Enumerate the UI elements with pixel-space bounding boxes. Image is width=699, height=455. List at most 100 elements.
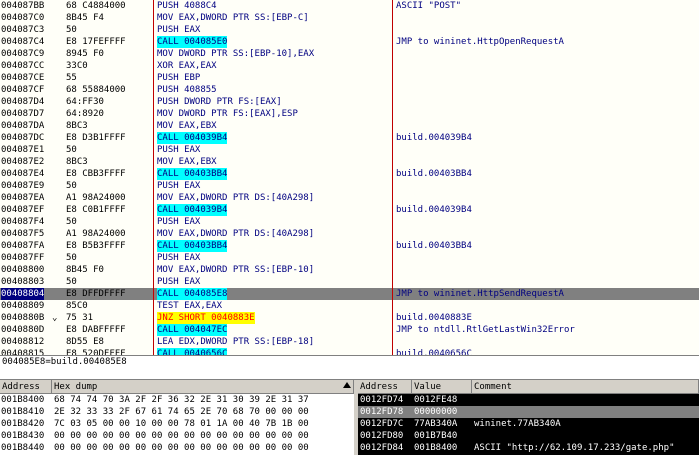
asm-hex: 50 xyxy=(66,253,77,263)
stack-address: 0012FD80 xyxy=(360,431,404,441)
stack-value-header[interactable]: Value xyxy=(412,380,472,394)
asm-instruction: CALL 00403BB4 xyxy=(157,168,228,180)
asm-instruction: LEA EDX,DWORD PTR SS:[EBP-18] xyxy=(157,337,315,347)
hex-dump-pane[interactable]: Address Hex dump 001B8400 68 74 74 70 3A … xyxy=(0,380,354,455)
disasm-row[interactable]: 004087E2 8BC3 MOV EAX,EBX xyxy=(0,156,699,168)
asm-address: 004087EA xyxy=(1,193,45,203)
asm-hex: 68 C4884000 xyxy=(66,1,126,11)
asm-hex: 50 xyxy=(66,181,77,191)
asm-instruction: MOV DWORD PTR FS:[EAX],ESP xyxy=(157,109,298,119)
asm-comment: build.00403BB4 xyxy=(396,241,472,251)
disasm-separator-2 xyxy=(392,0,393,355)
stack-comment: wininet.77AB340A xyxy=(474,419,561,429)
asm-instruction: PUSH EBP xyxy=(157,73,201,83)
disasm-row[interactable]: 004087C4 E8 17FEFFFF CALL 004085E0 JMP to w… xyxy=(0,36,699,48)
asm-address: 004087E1 xyxy=(1,145,45,155)
disasm-row[interactable]: 004087D4 64:FF30 PUSH DWORD PTR FS:[EAX] xyxy=(0,96,699,108)
stack-row[interactable]: 0012FD7C 77AB340A wininet.77AB340A xyxy=(358,418,699,430)
disasm-row[interactable]: 004087FA E8 B5B3FFFF CALL 00403BB4 build.00… xyxy=(0,240,699,252)
jump-arrow: ⌄ xyxy=(52,313,58,323)
asm-instruction: XOR EAX,EAX xyxy=(157,61,217,71)
disasm-row[interactable]: 004087E4 E8 CBB3FFFF CALL 00403BB4 build.00… xyxy=(0,168,699,180)
asm-instruction: MOV EAX,DWORD PTR SS:[EBP-10] xyxy=(157,265,315,275)
disasm-row[interactable]: 004087C3 50 PUSH EAX xyxy=(0,24,699,36)
asm-instruction: MOV EAX,DWORD PTR SS:[EBP-C] xyxy=(157,13,309,23)
dump-hex-bytes: 7C 03 05 00 00 10 00 00 78 01 1A 00 40 7… xyxy=(54,419,309,429)
asm-comment: JMP to wininet.HttpOpenRequestA xyxy=(396,37,564,47)
asm-hex: 8D55 E8 xyxy=(66,337,104,347)
disasm-row[interactable]: 00408804 E8 DFFDFFFF CALL 004085E8 JMP to w… xyxy=(0,288,699,300)
stack-value: 0012FE48 xyxy=(414,395,458,405)
asm-address: 004087FA xyxy=(1,241,45,251)
disasm-row[interactable]: 004087E1 50 PUSH EAX xyxy=(0,144,699,156)
asm-instruction: PUSH 4088C4 xyxy=(157,1,217,11)
stack-pane[interactable]: Address Value Comment 0012FD74 0012FE48 00… xyxy=(358,380,699,455)
asm-instruction: PUSH DWORD PTR FS:[EAX] xyxy=(157,97,282,107)
disasm-row[interactable]: 004087DA 8BC3 MOV EAX,EBX xyxy=(0,120,699,132)
asm-address: 00408809 xyxy=(1,301,45,311)
disasm-row[interactable]: 00408809 85C0 TEST EAX,EAX xyxy=(0,300,699,312)
stack-comment: ASCII "http://62.109.17.233/gate.php" xyxy=(474,443,675,453)
info-text: 004085E8=build.004085E8 xyxy=(2,357,127,367)
disasm-row[interactable]: 004087F5 A1 98A24000 MOV EAX,DWORD PTR DS:… xyxy=(0,228,699,240)
asm-instruction: PUSH EAX xyxy=(157,25,201,35)
asm-address: 004087D7 xyxy=(1,109,45,119)
asm-hex: 50 xyxy=(66,25,77,35)
disasm-row[interactable]: 004087EA A1 98A24000 MOV EAX,DWORD PTR DS:… xyxy=(0,192,699,204)
disasm-row[interactable]: 00408812 8D55 E8 LEA EDX,DWORD PTR SS:[EBP… xyxy=(0,336,699,348)
disasm-row[interactable]: 004087BB 68 C4884000 PUSH 4088C4 ASCII "POS… xyxy=(0,0,699,12)
dump-address: 001B8420 xyxy=(1,419,45,429)
disasm-row[interactable]: 00408815 E8 520DFFFF CALL 0040656C build.00… xyxy=(0,348,699,355)
dump-hex-bytes: 00 00 00 00 00 00 00 00 00 00 00 00 00 0… xyxy=(54,443,309,453)
asm-address: 004087F5 xyxy=(1,229,45,239)
dump-hex-header[interactable]: Hex dump xyxy=(52,380,354,394)
asm-comment: build.0040656C xyxy=(396,349,472,355)
disasm-row[interactable]: 004087D7 64:8920 MOV DWORD PTR FS:[EAX],ES… xyxy=(0,108,699,120)
asm-hex: 75 31 xyxy=(66,313,94,323)
asm-instruction: PUSH 408855 xyxy=(157,85,217,95)
stack-address-header[interactable]: Address xyxy=(358,380,412,394)
asm-address: 004087DA xyxy=(1,121,45,131)
disasm-row[interactable]: 0040880B ⌄ 75 31 JNZ SHORT 0040883E build.00… xyxy=(0,312,699,324)
stack-comment-header[interactable]: Comment xyxy=(472,380,699,394)
asm-address: 004087FF xyxy=(1,253,45,263)
asm-hex: E8 DABFFFFF xyxy=(66,325,126,335)
disasm-row[interactable]: 004087C9 8945 F0 MOV DWORD PTR SS:[EBP-10]… xyxy=(0,48,699,60)
stack-row[interactable]: 0012FD84 001B8400 ASCII "http://62.109.17.… xyxy=(358,442,699,454)
asm-comment: JMP to ntdll.RtlGetLastWin32Error xyxy=(396,325,575,335)
disasm-row[interactable]: 004087CE 55 PUSH EBP xyxy=(0,72,699,84)
dump-address-header[interactable]: Address xyxy=(0,380,52,394)
asm-hex: E8 C0B1FFFF xyxy=(66,205,126,215)
dump-address: 001B8430 xyxy=(1,431,45,441)
asm-address: 00408812 xyxy=(1,337,45,347)
asm-hex: 8BC3 xyxy=(66,157,88,167)
scroll-up-icon[interactable] xyxy=(343,382,351,388)
disasm-row[interactable]: 004087F4 50 PUSH EAX xyxy=(0,216,699,228)
stack-row[interactable]: 0012FD80 001B7B40 xyxy=(358,430,699,442)
asm-comment: JMP to wininet.HttpSendRequestA xyxy=(396,289,564,299)
stack-row[interactable]: 0012FD74 0012FE48 xyxy=(358,394,699,406)
asm-hex: 8B45 F0 xyxy=(66,265,104,275)
asm-instruction: PUSH EAX xyxy=(157,253,201,263)
asm-comment: build.0040883E xyxy=(396,313,472,323)
disasm-row[interactable]: 004087CC 33C0 XOR EAX,EAX xyxy=(0,60,699,72)
disasm-row[interactable]: 004087CF 68 55884000 PUSH 408855 xyxy=(0,84,699,96)
asm-address: 00408804 xyxy=(1,288,45,300)
dump-address: 001B8400 xyxy=(1,395,45,405)
asm-address: 004087F4 xyxy=(1,217,45,227)
asm-address: 0040880B xyxy=(1,313,45,323)
disasm-row[interactable]: 00408800 8B45 F0 MOV EAX,DWORD PTR SS:[EBP… xyxy=(0,264,699,276)
disasm-row[interactable]: 004087DC E8 D3B1FFFF CALL 004039B4 build.00… xyxy=(0,132,699,144)
asm-hex: 64:8920 xyxy=(66,109,104,119)
stack-value: 00000000 xyxy=(414,407,458,417)
disassembly-pane[interactable]: 004087BB 68 C4884000 PUSH 4088C4 ASCII "POS… xyxy=(0,0,699,355)
asm-address: 004087C0 xyxy=(1,13,45,23)
disasm-row[interactable]: 004087EF E8 C0B1FFFF CALL 004039B4 build.00… xyxy=(0,204,699,216)
disasm-row[interactable]: 00408803 50 PUSH EAX xyxy=(0,276,699,288)
disasm-row[interactable]: 004087FF 50 PUSH EAX xyxy=(0,252,699,264)
asm-instruction: CALL 004085E8 xyxy=(157,288,228,300)
stack-row[interactable]: 0012FD78 00000000 xyxy=(358,406,699,418)
disasm-row[interactable]: 004087C0 8B45 F4 MOV EAX,DWORD PTR SS:[EBP… xyxy=(0,12,699,24)
disasm-row[interactable]: 004087E9 50 PUSH EAX xyxy=(0,180,699,192)
disasm-row[interactable]: 0040880D E8 DABFFFFF CALL 004047EC JMP to n… xyxy=(0,324,699,336)
